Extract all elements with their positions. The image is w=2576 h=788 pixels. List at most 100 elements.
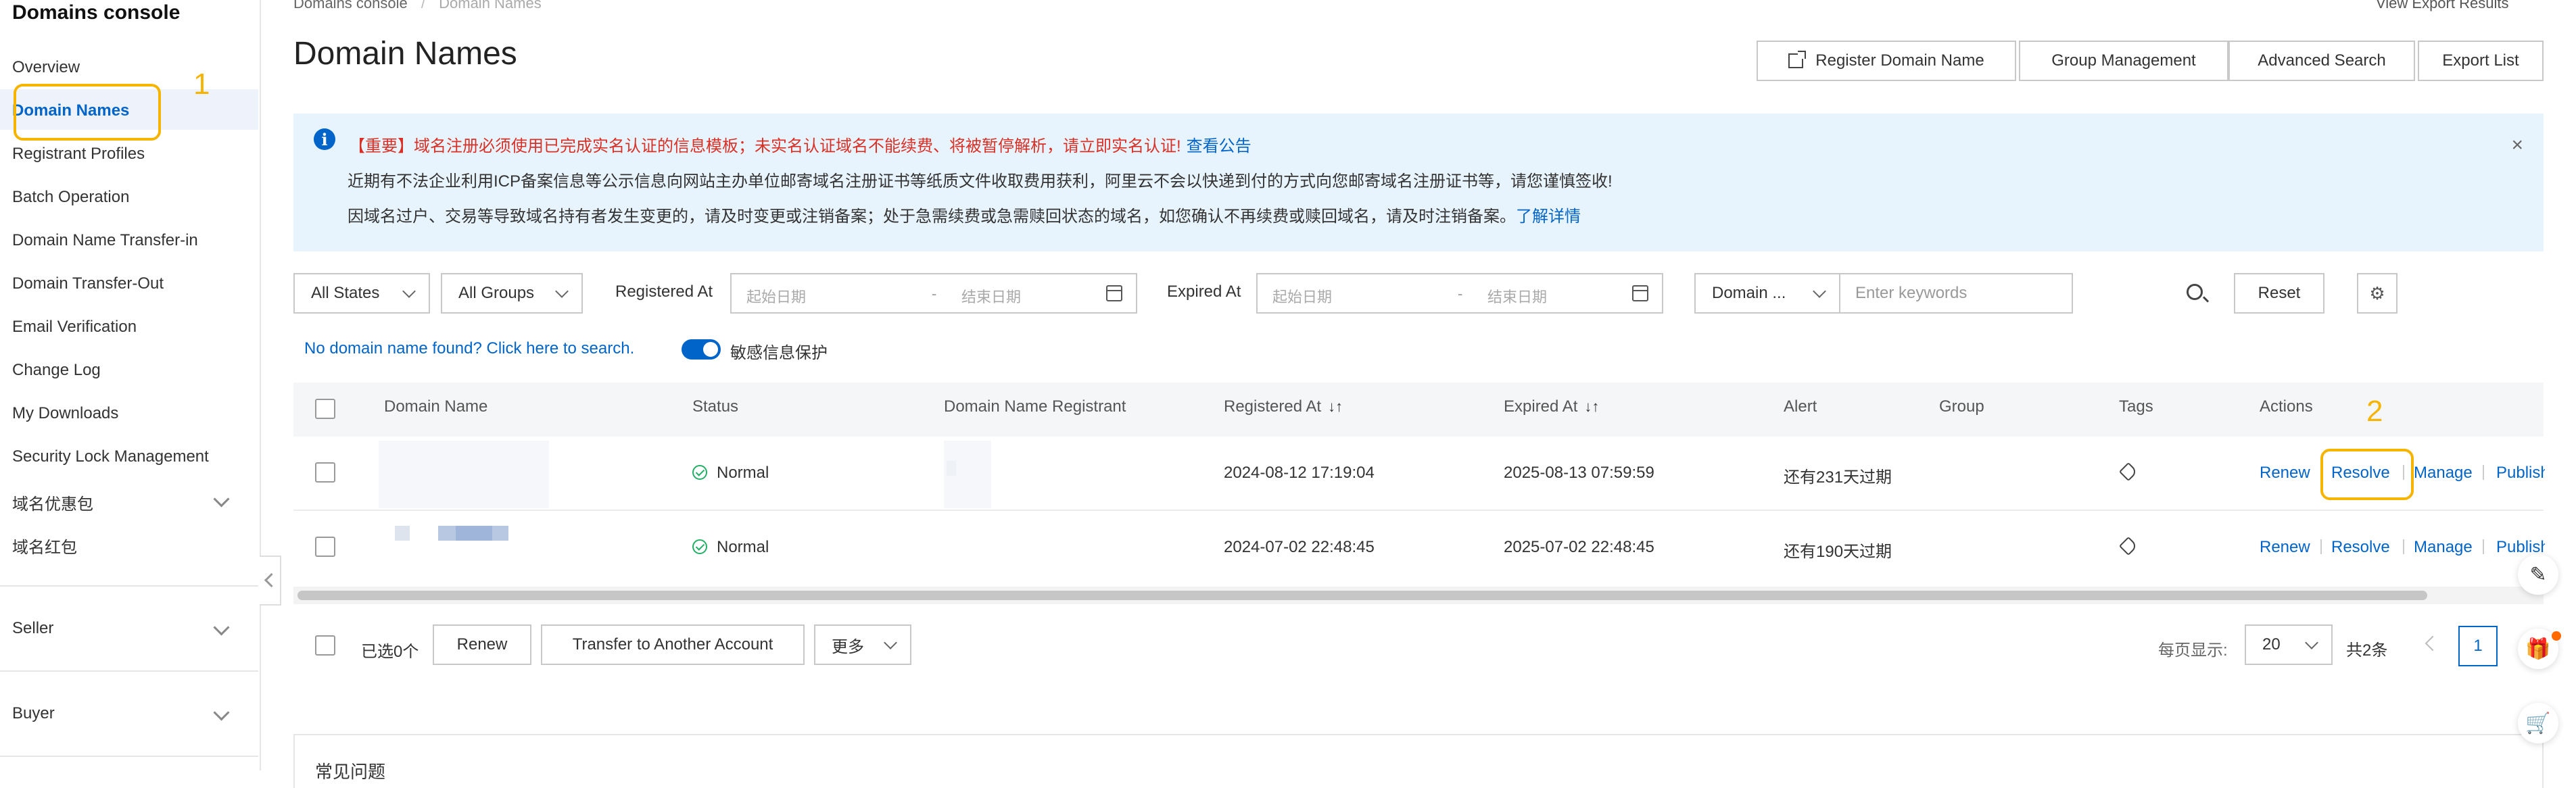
page-1-button[interactable]: 1 bbox=[2458, 626, 2498, 666]
row-status: Normal bbox=[717, 464, 769, 482]
banner-learn-more-link[interactable]: 了解详情 bbox=[1516, 207, 1581, 226]
blurred-registrant-mark bbox=[947, 461, 956, 476]
sidebar-item-batch-operation[interactable]: Batch Operation bbox=[12, 188, 129, 207]
search-field-value: Domain ... bbox=[1712, 284, 1786, 302]
export-list-button[interactable]: Export List bbox=[2418, 41, 2544, 81]
batch-renew-button[interactable]: Renew bbox=[433, 624, 531, 665]
sidebar-item-overview[interactable]: Overview bbox=[12, 58, 80, 77]
select-all-checkbox[interactable] bbox=[315, 399, 335, 419]
renew-link[interactable]: Renew bbox=[2260, 464, 2310, 483]
domain-not-found-link[interactable]: No domain name found? Click here to sear… bbox=[304, 339, 634, 358]
column-expired-at[interactable]: Expired At ↓↑ bbox=[1504, 397, 1599, 416]
sidebar-item-change-log[interactable]: Change Log bbox=[12, 361, 101, 380]
chevron-down-icon[interactable] bbox=[213, 704, 230, 721]
expired-start-date[interactable]: 起始日期 bbox=[1272, 285, 1332, 307]
per-page-select[interactable]: 20 bbox=[2245, 624, 2333, 665]
sidebar-item-domain-package[interactable]: 域名优惠包 bbox=[12, 491, 93, 514]
row-checkbox[interactable] bbox=[315, 537, 335, 557]
close-icon[interactable]: × bbox=[2511, 134, 2523, 157]
tag-icon[interactable] bbox=[2118, 536, 2139, 556]
chevron-down-icon bbox=[402, 285, 416, 298]
sidebar-item-email-verification[interactable]: Email Verification bbox=[12, 318, 137, 337]
selected-count: 已选0个 bbox=[361, 643, 419, 661]
sidebar-group-buyer[interactable]: Buyer bbox=[12, 704, 55, 723]
resolve-link[interactable]: Resolve bbox=[2331, 538, 2390, 557]
chevron-down-icon[interactable] bbox=[213, 619, 230, 636]
manage-link[interactable]: Manage bbox=[2414, 464, 2473, 483]
chevron-down-icon bbox=[884, 636, 897, 649]
column-expired-at-label: Expired At bbox=[1504, 397, 1578, 416]
expired-end-date[interactable]: 结束日期 bbox=[1487, 285, 1547, 307]
edit-icon[interactable]: ✎ bbox=[2518, 554, 2558, 595]
column-registered-at[interactable]: Registered At ↓↑ bbox=[1224, 397, 1343, 416]
manage-link[interactable]: Manage bbox=[2414, 538, 2473, 557]
sidebar-item-security-lock[interactable]: Security Lock Management bbox=[12, 447, 209, 466]
advanced-search-button[interactable]: Advanced Search bbox=[2228, 41, 2415, 81]
action-separator bbox=[2320, 539, 2322, 554]
banner-line-filing: 因域名过户、交易等导致域名持有者发生变更的，请及时变更或注销备案；处于急需续费或… bbox=[348, 203, 1581, 226]
horizontal-scrollbar[interactable] bbox=[297, 591, 2427, 600]
view-export-results-link[interactable]: View Export Results bbox=[2376, 0, 2508, 12]
calendar-icon[interactable] bbox=[1632, 285, 1648, 301]
footer-select-all-checkbox[interactable] bbox=[315, 635, 335, 656]
search-icon[interactable] bbox=[2187, 284, 2203, 300]
registered-start-date[interactable]: 起始日期 bbox=[746, 285, 806, 307]
sort-icon[interactable]: ↓↑ bbox=[1584, 398, 1599, 416]
states-select[interactable]: All States bbox=[293, 273, 430, 314]
row-expired-at: 2025-07-02 22:48:45 bbox=[1504, 538, 1654, 556]
search-field-select[interactable]: Domain ... bbox=[1694, 273, 1840, 314]
publish-link[interactable]: Publish bbox=[2496, 464, 2545, 483]
sidebar-item-transfer-in[interactable]: Domain Name Transfer-in bbox=[12, 231, 198, 250]
status-normal-icon bbox=[692, 465, 707, 480]
blurred-domain-name bbox=[395, 526, 410, 541]
calendar-icon[interactable] bbox=[1106, 285, 1122, 301]
banner-line-fraud-warning: 近期有不法企业利用ICP备案信息等公示信息向网站主办单位邮寄域名注册证书等纸质文… bbox=[348, 172, 1613, 191]
more-actions-select[interactable]: 更多 bbox=[814, 624, 911, 665]
range-separator: - bbox=[1458, 285, 1463, 302]
privacy-toggle[interactable] bbox=[682, 339, 721, 360]
group-management-button[interactable]: Group Management bbox=[2019, 41, 2228, 81]
sidebar-divider bbox=[0, 756, 258, 757]
sort-icon[interactable]: ↓↑ bbox=[1328, 398, 1343, 416]
breadcrumb: Domains console / Domain Names bbox=[293, 0, 542, 12]
register-domain-button[interactable]: Register Domain Name bbox=[1757, 41, 2016, 81]
column-alert: Alert bbox=[1784, 397, 1817, 416]
sidebar-item-domain-redpacket[interactable]: 域名红包 bbox=[12, 534, 77, 558]
sidebar-item-my-downloads[interactable]: My Downloads bbox=[12, 404, 118, 423]
tag-icon[interactable] bbox=[2118, 462, 2139, 482]
chevron-down-icon[interactable] bbox=[213, 491, 230, 508]
column-registered-at-label: Registered At bbox=[1224, 397, 1322, 416]
breadcrumb-root[interactable]: Domains console bbox=[293, 0, 408, 11]
expired-date-range[interactable]: 起始日期 - 结束日期 bbox=[1256, 273, 1663, 314]
reset-button[interactable]: Reset bbox=[2234, 273, 2324, 314]
banner-view-notice-link[interactable]: 查看公告 bbox=[1187, 137, 1251, 155]
sidebar-item-transfer-out[interactable]: Domain Transfer-Out bbox=[12, 274, 164, 293]
registered-at-label: Registered At bbox=[615, 282, 713, 301]
renew-link[interactable]: Renew bbox=[2260, 538, 2310, 557]
registered-end-date[interactable]: 结束日期 bbox=[961, 285, 1021, 307]
gear-icon: ⚙ bbox=[2369, 282, 2385, 303]
banner-important-text: 【重要】域名注册必须使用已完成实名认证的信息模板；未实名认证域名不能续费、将被暂… bbox=[349, 137, 1181, 155]
column-registrant: Domain Name Registrant bbox=[944, 397, 1126, 416]
action-separator bbox=[2483, 465, 2484, 480]
status-normal-icon bbox=[692, 539, 707, 554]
annotation-box-1 bbox=[14, 84, 161, 141]
chevron-left-icon[interactable] bbox=[2425, 635, 2441, 651]
breadcrumb-current: Domain Names bbox=[439, 0, 542, 11]
transfer-account-button[interactable]: Transfer to Another Account bbox=[541, 624, 805, 665]
row-checkbox[interactable] bbox=[315, 462, 335, 483]
sidebar-group-seller[interactable]: Seller bbox=[12, 619, 53, 638]
sidebar-item-registrant-profiles[interactable]: Registrant Profiles bbox=[12, 145, 145, 164]
registered-date-range[interactable]: 起始日期 - 结束日期 bbox=[730, 273, 1137, 314]
more-actions-value: 更多 bbox=[832, 637, 864, 656]
column-status: Status bbox=[692, 397, 739, 416]
notification-dot bbox=[2552, 631, 2561, 641]
sidebar-collapse-button[interactable] bbox=[260, 556, 281, 606]
expired-at-label: Expired At bbox=[1167, 282, 1241, 301]
page-title: Domain Names bbox=[293, 36, 517, 72]
cart-icon[interactable]: 🛒 bbox=[2518, 703, 2558, 743]
action-separator bbox=[2403, 539, 2404, 554]
settings-button[interactable]: ⚙ bbox=[2357, 273, 2398, 314]
groups-select[interactable]: All Groups bbox=[441, 273, 583, 314]
keyword-search-input[interactable] bbox=[1840, 273, 2073, 314]
